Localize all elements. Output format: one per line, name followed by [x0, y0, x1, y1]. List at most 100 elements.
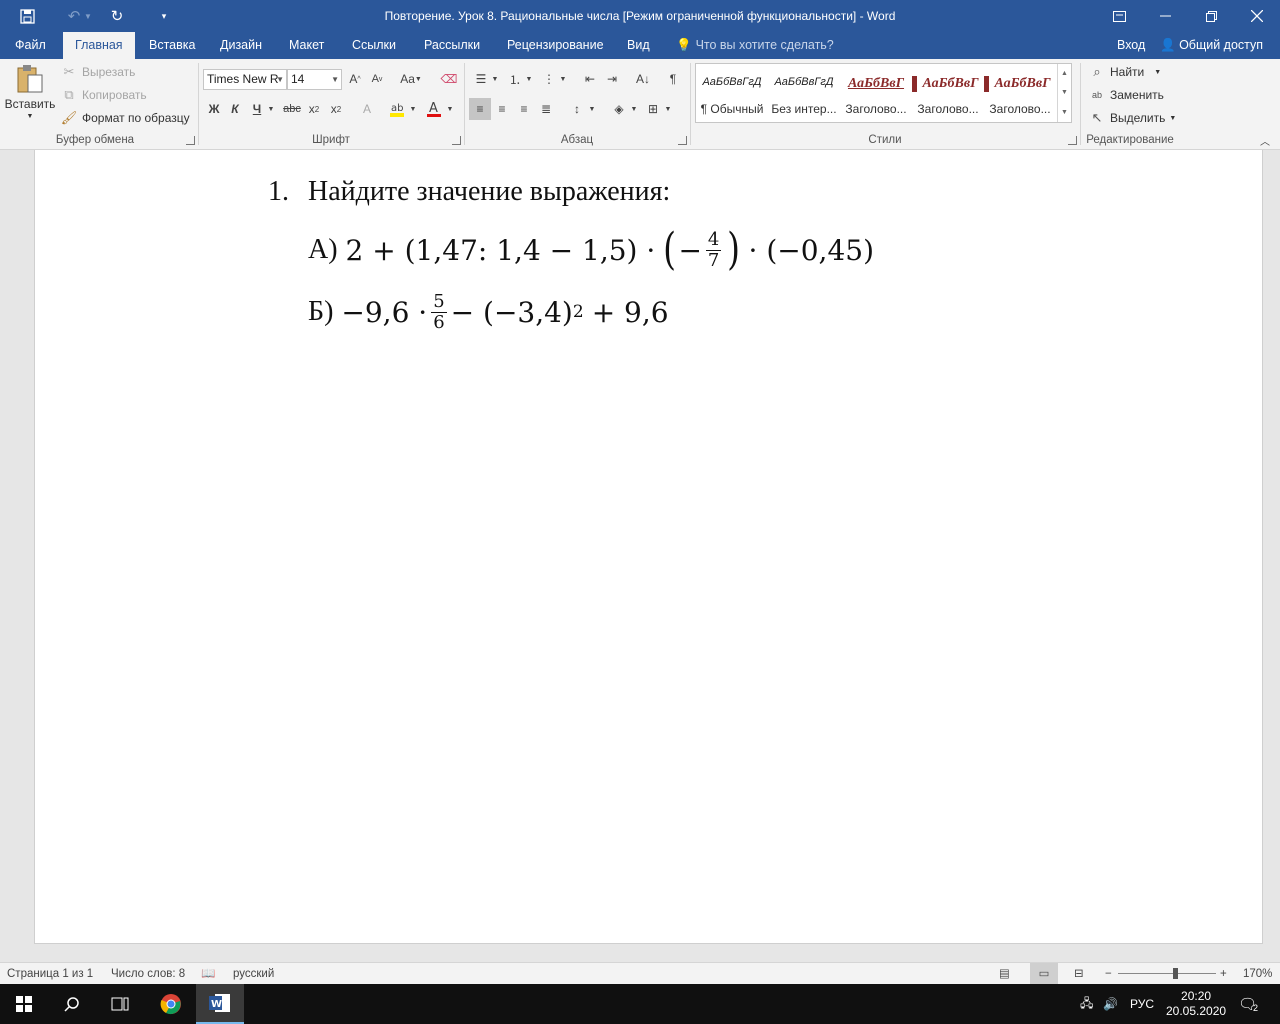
style-normal[interactable]: АаБбВвГгД ¶ Обычный	[696, 64, 768, 122]
tab-insert[interactable]: Вставка	[137, 32, 207, 59]
font-name-dropdown-icon: ▼	[276, 75, 284, 84]
sort-icon[interactable]: A↓	[632, 68, 654, 90]
collapse-ribbon-icon[interactable]: ︿	[1254, 129, 1276, 151]
tab-layout[interactable]: Макет	[277, 32, 336, 59]
paste-dropdown-icon: ▼	[26, 113, 34, 120]
style-no-spacing[interactable]: АаБбВвГгД Без интер...	[768, 64, 840, 122]
underline-dropdown-icon[interactable]: ▼	[264, 98, 278, 120]
format-painter-button[interactable]: 🖌 Формат по образцу	[60, 109, 190, 127]
share-button[interactable]: 👤 Общий доступ	[1160, 32, 1263, 59]
zoom-slider-thumb[interactable]	[1173, 968, 1178, 979]
increase-indent-icon[interactable]: ⇥	[601, 68, 623, 90]
document-page[interactable]: 1. Найдите значение выражения: А) 2 + (1…	[34, 150, 1263, 944]
font-color-icon[interactable]: A	[423, 98, 445, 120]
style-heading-3[interactable]: АаБбВвГ Заголово...	[984, 64, 1056, 122]
clear-formatting-icon[interactable]: ⌫	[438, 68, 460, 90]
proofing-icon[interactable]: 📖	[201, 963, 215, 985]
strikethrough-button[interactable]: abc	[281, 98, 303, 120]
close-button[interactable]	[1234, 0, 1280, 32]
page-count[interactable]: Страница 1 из 1	[7, 963, 93, 985]
chrome-icon[interactable]	[147, 984, 195, 1024]
highlight-dropdown-icon[interactable]: ▼	[406, 98, 420, 120]
style-heading-2[interactable]: АаБбВвГ Заголово...	[912, 64, 984, 122]
zoom-out-button[interactable]: −	[1105, 963, 1112, 985]
font-name-combo[interactable]: Times New R ▼	[203, 69, 287, 90]
align-left-icon[interactable]: ≡	[469, 98, 491, 120]
bold-button[interactable]: Ж	[203, 98, 225, 120]
input-language[interactable]: РУС	[1130, 984, 1154, 1024]
minimize-button[interactable]	[1142, 0, 1188, 32]
chevron-down-icon[interactable]: ▼	[1061, 89, 1068, 96]
word-count[interactable]: Число слов: 8	[111, 963, 185, 985]
borders-dropdown-icon[interactable]: ▼	[661, 98, 675, 120]
tab-file[interactable]: Файл	[3, 32, 58, 59]
replace-button[interactable]: ab Заменить	[1088, 86, 1164, 104]
redo-icon[interactable]: ↻	[101, 0, 133, 32]
font-launcher-icon[interactable]	[452, 136, 461, 145]
superscript-icon[interactable]: x2	[325, 98, 347, 120]
restore-button[interactable]	[1188, 0, 1234, 32]
justify-icon[interactable]: ≣	[535, 98, 557, 120]
sign-in-link[interactable]: Вход	[1117, 32, 1145, 59]
zoom-slider[interactable]	[1118, 973, 1216, 974]
tab-mailings[interactable]: Рассылки	[412, 32, 492, 59]
read-mode-icon[interactable]: ▤	[999, 963, 1010, 985]
styles-scroll[interactable]: ▲ ▼ ▼	[1057, 64, 1071, 122]
align-center-icon[interactable]: ≡	[491, 98, 513, 120]
more-styles-icon[interactable]: ▼	[1061, 109, 1068, 116]
find-button[interactable]: ⌕ Найти ▼	[1088, 63, 1161, 81]
search-icon[interactable]	[48, 984, 96, 1024]
zoom-in-button[interactable]: +	[1220, 963, 1227, 985]
line-spacing-dropdown-icon[interactable]: ▼	[585, 98, 599, 120]
notifications-icon[interactable]: 🗨 2	[1238, 984, 1258, 1024]
tell-me-box[interactable]: 💡 Что вы хотите сделать?	[676, 32, 834, 59]
windows-start-icon[interactable]	[0, 984, 48, 1024]
subscript-icon[interactable]: x2	[303, 98, 325, 120]
ribbon-display-options-icon[interactable]	[1096, 0, 1142, 32]
language-indicator[interactable]: русский	[233, 963, 274, 985]
font-color-dropdown-icon[interactable]: ▼	[443, 98, 457, 120]
chevron-up-icon[interactable]: ▲	[1061, 70, 1068, 77]
volume-icon[interactable]: 🔊	[1103, 984, 1118, 1024]
shading-dropdown-icon[interactable]: ▼	[627, 98, 641, 120]
font-size-combo[interactable]: 14 ▼	[287, 69, 342, 90]
tab-review[interactable]: Рецензирование	[495, 32, 616, 59]
show-formatting-marks-icon[interactable]: ¶	[662, 68, 684, 90]
align-right-icon[interactable]: ≡	[513, 98, 535, 120]
print-layout-icon[interactable]: ▭	[1030, 963, 1058, 985]
multilevel-dropdown-icon[interactable]: ▼	[556, 68, 570, 90]
styles-gallery: АаБбВвГгД ¶ Обычный АаБбВвГгД Без интер.…	[695, 63, 1072, 123]
shrink-font-icon[interactable]: Av	[366, 68, 388, 90]
customize-qat-icon[interactable]: ▾	[148, 0, 180, 32]
task-view-icon[interactable]	[96, 984, 144, 1024]
tab-home[interactable]: Главная	[63, 32, 135, 59]
clipboard-launcher-icon[interactable]	[186, 136, 195, 145]
web-layout-icon[interactable]: ⊟	[1074, 963, 1084, 985]
select-button[interactable]: ↖ Выделить ▼	[1088, 109, 1177, 127]
word-taskbar-icon[interactable]: W	[196, 984, 244, 1024]
paste-button[interactable]: Вставить ▼	[5, 63, 55, 120]
clock[interactable]: 20:20 20.05.2020	[1166, 984, 1226, 1024]
styles-launcher-icon[interactable]	[1068, 136, 1077, 145]
numbering-dropdown-icon[interactable]: ▼	[522, 68, 536, 90]
paragraph-launcher-icon[interactable]	[678, 136, 687, 145]
tab-references[interactable]: Ссылки	[340, 32, 408, 59]
text-effects-icon[interactable]: A	[356, 98, 378, 120]
tab-view[interactable]: Вид	[615, 32, 662, 59]
paintbrush-icon: 🖌	[60, 110, 78, 125]
copy-button[interactable]: ⧉ Копировать	[60, 86, 146, 104]
tab-design[interactable]: Дизайн	[208, 32, 274, 59]
cut-button[interactable]: ✂ Вырезать	[60, 63, 136, 81]
highlight-icon[interactable]: ab	[386, 98, 408, 120]
grow-font-icon[interactable]: A ^	[344, 68, 366, 90]
italic-button[interactable]: К	[224, 98, 246, 120]
save-icon[interactable]	[11, 0, 43, 32]
change-case-icon[interactable]: Aa ▼	[396, 68, 426, 90]
bullets-dropdown-icon[interactable]: ▼	[488, 68, 502, 90]
undo-dropdown-icon[interactable]: ▼	[80, 0, 96, 32]
network-icon[interactable]: 🖧	[1080, 984, 1093, 1024]
zoom-level[interactable]: 170%	[1243, 963, 1272, 985]
svg-text:W: W	[211, 999, 222, 1010]
decrease-indent-icon[interactable]: ⇤	[579, 68, 601, 90]
style-heading-1[interactable]: АаБбВвГ Заголово...	[840, 64, 912, 122]
